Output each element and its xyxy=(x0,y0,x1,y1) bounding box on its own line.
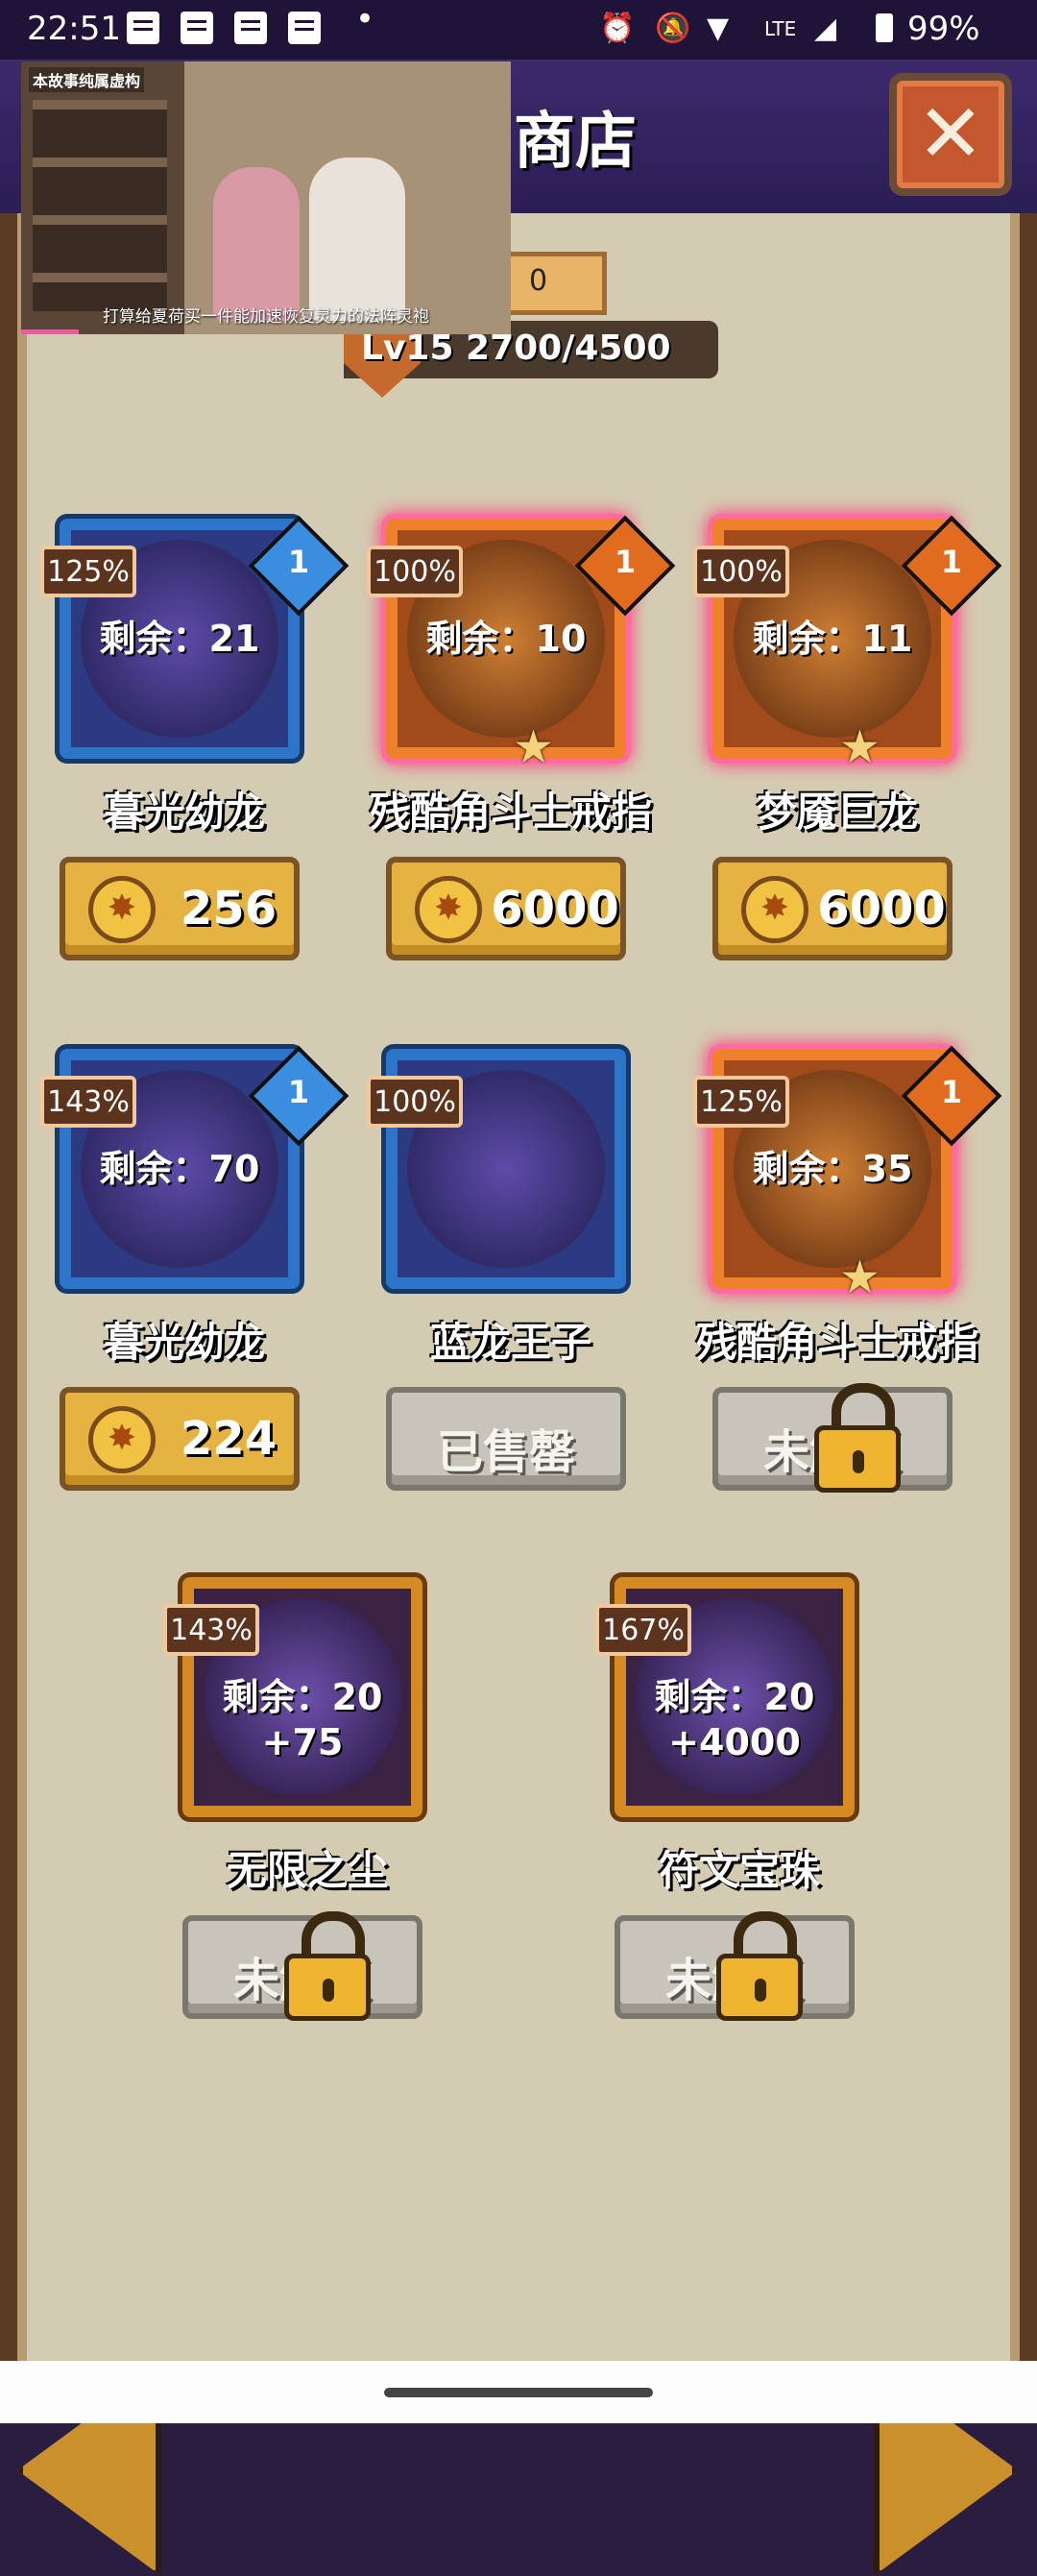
lock-icon xyxy=(814,1383,901,1493)
gem-count: 1 xyxy=(940,544,963,580)
star-icon: ★ xyxy=(839,1251,881,1304)
buy-button[interactable]: ✸ 224 xyxy=(60,1387,300,1491)
video-caption: 打算给夏荷买一件能加速恢复灵力的法阵灵袍 xyxy=(103,307,429,327)
locked-button[interactable]: 未解锁 xyxy=(182,1911,422,2021)
remaining-count: 剩余：10 xyxy=(425,618,587,660)
percent-badge: 100% xyxy=(367,1076,463,1128)
video-character xyxy=(213,167,300,321)
battery-percent: 99% xyxy=(907,10,980,48)
sold-out-label: 已售罄 xyxy=(436,1425,575,1479)
signal-icon: ◢ xyxy=(814,12,837,45)
percent-badge: 143% xyxy=(163,1604,259,1656)
locked-button[interactable]: 未解锁 xyxy=(615,1911,855,2021)
percent-badge: 100% xyxy=(693,546,789,597)
item-name: 残酷角斗士戒指 xyxy=(695,1319,978,1366)
video-shelf xyxy=(21,61,184,334)
status-time: 22:51 xyxy=(27,10,121,48)
coin-icon: ✸ xyxy=(88,1406,156,1473)
remaining-count: 剩余：35 xyxy=(752,1148,913,1190)
price-value: 256 xyxy=(180,882,277,936)
percent-badge: 125% xyxy=(40,546,136,597)
item-bonus: +75 xyxy=(261,1721,344,1763)
page-title: 商店 xyxy=(514,107,637,178)
remaining-count: 剩余：20 xyxy=(222,1676,383,1718)
more-notifications-icon: • xyxy=(355,0,375,38)
gem-count: 1 xyxy=(287,1074,310,1110)
remaining-count: 剩余：11 xyxy=(752,618,913,660)
percent-badge: 143% xyxy=(40,1076,136,1128)
video-character xyxy=(309,158,405,321)
volte-icon: LTE xyxy=(764,17,797,40)
home-gesture-pill[interactable] xyxy=(384,2388,653,2397)
wifi-icon: ▼ xyxy=(707,12,730,45)
close-icon: ✕ xyxy=(916,86,985,181)
coin-icon: ✸ xyxy=(88,876,156,943)
price-value: 6000 xyxy=(491,882,619,936)
price-value: 6000 xyxy=(817,882,946,936)
currency-value: 0 xyxy=(529,264,548,298)
item-name: 符文宝珠 xyxy=(658,1847,820,1894)
shop-board: 0 Lv15 2700/4500 125% 1 剩余：21 暮光幼龙 ✸ 256 ★ 100%… xyxy=(0,213,1037,2576)
item-name: 梦魇巨龙 xyxy=(756,789,918,836)
coin-icon: ✸ xyxy=(741,876,808,943)
message-icon xyxy=(127,12,159,44)
video-overlay[interactable]: 本故事纯属虚构 打算给夏荷买一件能加速恢复灵力的法阵灵袍 xyxy=(21,61,511,334)
remaining-count: 剩余：21 xyxy=(99,618,260,660)
coin-icon: ✸ xyxy=(415,876,482,943)
battery-icon xyxy=(876,13,893,42)
item-name: 残酷角斗士戒指 xyxy=(369,789,652,836)
system-nav-bar xyxy=(0,2361,1037,2423)
buy-button[interactable]: ✸ 256 xyxy=(60,857,300,960)
gem-count: 1 xyxy=(614,544,637,580)
locked-button[interactable]: 未解锁 xyxy=(712,1383,953,1493)
level-text: Lv15 2700/4500 xyxy=(361,328,671,368)
price-value: 224 xyxy=(180,1412,277,1466)
currency-box: 0 xyxy=(505,252,607,315)
item-name: 暮光幼龙 xyxy=(103,789,265,836)
star-icon: ★ xyxy=(513,720,555,774)
lock-icon xyxy=(284,1911,371,2021)
item-name: 暮光幼龙 xyxy=(103,1319,265,1366)
buy-button[interactable]: ✸ 6000 xyxy=(386,857,626,960)
alarm-icon: ⏰ xyxy=(599,12,636,45)
video-tag: 本故事纯属虚构 xyxy=(29,67,145,92)
video-progress-bar xyxy=(21,329,79,334)
lock-icon xyxy=(716,1911,803,2021)
remaining-count: 剩余：20 xyxy=(654,1676,815,1718)
item-name: 蓝龙王子 xyxy=(429,1319,591,1366)
gem-count: 1 xyxy=(940,1074,963,1110)
star-icon: ★ xyxy=(839,720,881,774)
gem-count: 1 xyxy=(287,544,310,580)
message-icon xyxy=(181,12,213,44)
buy-button[interactable]: ✸ 6000 xyxy=(712,857,953,960)
item-bonus: +4000 xyxy=(668,1721,801,1763)
close-button[interactable]: ✕ xyxy=(889,73,1012,196)
status-bar: 22:51 • ⏰ 🔕 ▼ LTE ◢ 99% xyxy=(0,0,1037,60)
item-name: 无限之尘 xyxy=(226,1847,388,1894)
message-icon xyxy=(234,12,267,44)
mute-icon: 🔕 xyxy=(655,12,691,45)
percent-badge: 100% xyxy=(367,546,463,597)
sold-out-button: 已售罄 xyxy=(386,1387,626,1491)
remaining-count: 剩余：70 xyxy=(99,1148,260,1190)
message-icon xyxy=(288,12,321,44)
percent-badge: 125% xyxy=(693,1076,789,1128)
percent-badge: 167% xyxy=(595,1604,691,1656)
